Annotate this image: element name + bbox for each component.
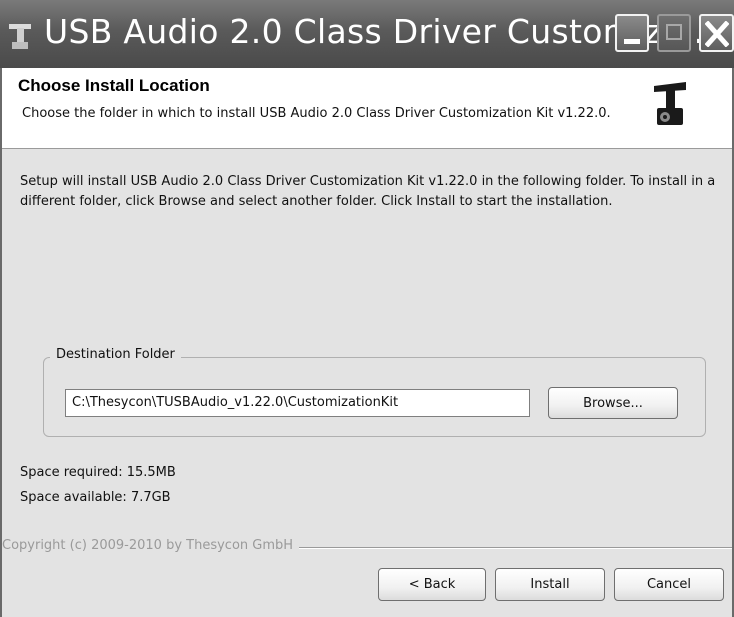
thesycon-logo-icon — [654, 82, 686, 125]
browse-button[interactable]: Browse... — [548, 387, 678, 419]
install-instructions: Setup will install USB Audio 2.0 Class D… — [20, 174, 716, 209]
install-button[interactable]: Install — [495, 568, 605, 601]
cancel-button[interactable]: Cancel — [614, 568, 724, 601]
space-required: Space required: 15.5MB — [20, 465, 176, 480]
window-frame-left — [0, 68, 2, 617]
title-bar[interactable]: USB Audio 2.0 Class Driver Customiza... — [0, 0, 734, 68]
destination-folder-input[interactable]: C:\Thesycon\TUSBAudio_v1.22.0\Customizat… — [65, 389, 530, 417]
close-icon — [705, 21, 729, 47]
page-subtitle: Choose the folder in which to install US… — [22, 106, 611, 121]
copyright-text: Copyright (c) 2009-2010 by Thesycon GmbH — [2, 538, 300, 553]
page-title: Choose Install Location — [18, 76, 210, 95]
page-header: Choose Install Location Choose the folde… — [2, 68, 732, 149]
back-button[interactable]: < Back — [378, 568, 486, 601]
space-available: Space available: 7.7GB — [20, 490, 171, 505]
app-icon — [9, 24, 31, 49]
minimize-button[interactable] — [615, 14, 649, 52]
maximize-button[interactable] — [657, 14, 691, 52]
destination-folder-label: Destination Folder — [50, 347, 181, 362]
close-button[interactable] — [699, 14, 734, 52]
